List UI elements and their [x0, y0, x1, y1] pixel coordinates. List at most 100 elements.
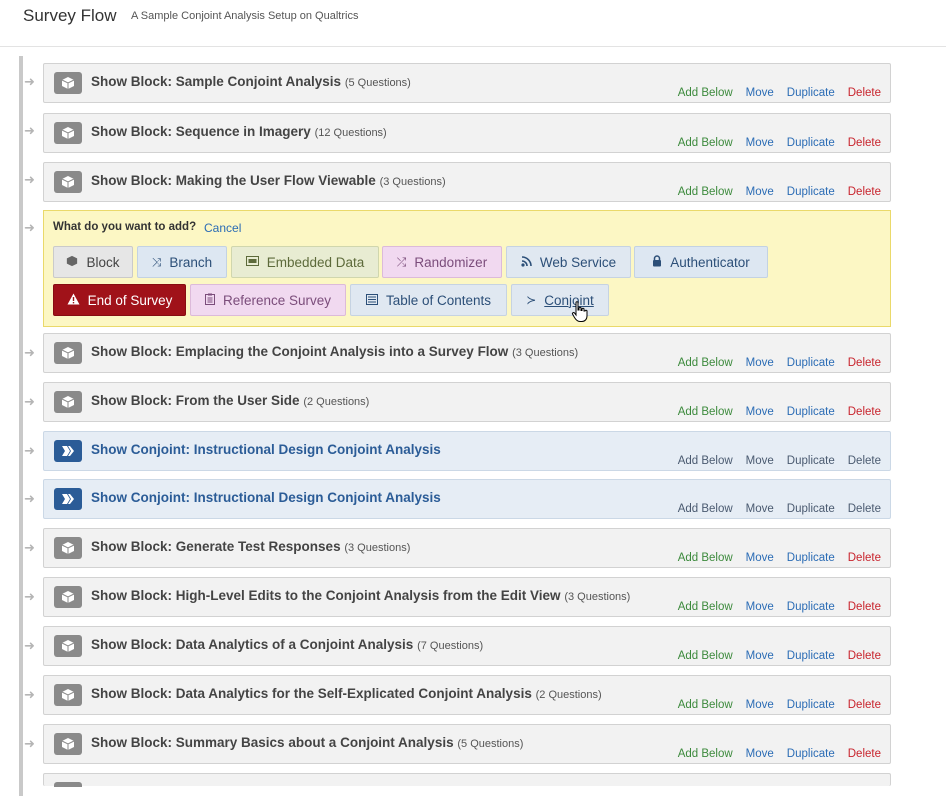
add-below-link[interactable]: Add Below: [678, 552, 733, 564]
add-embedded-data-button[interactable]: Embedded Data: [231, 246, 379, 278]
flow-arrow-icon: ➜: [24, 736, 35, 751]
move-link[interactable]: Move: [746, 650, 774, 662]
delete-link[interactable]: Delete: [848, 650, 881, 662]
block-cube-icon: [54, 733, 82, 755]
add-below-link[interactable]: Add Below: [678, 503, 733, 515]
flow-element-conjoint[interactable]: Show Conjoint: Instructional Design Conj…: [43, 431, 891, 471]
move-link[interactable]: Move: [746, 601, 774, 613]
delete-link[interactable]: Delete: [848, 87, 881, 99]
conjoint-icon: ≻: [526, 293, 537, 307]
element-actions: Add Below Move Duplicate Delete: [665, 87, 881, 99]
duplicate-link[interactable]: Duplicate: [787, 503, 835, 515]
delete-link[interactable]: Delete: [848, 186, 881, 198]
add-prompt: What do you want to add?: [53, 221, 197, 233]
add-authenticator-button[interactable]: Authenticator: [634, 246, 768, 278]
flow-element-conjoint[interactable]: Show Conjoint: Instructional Design Conj…: [43, 479, 891, 519]
add-below-link[interactable]: Add Below: [678, 406, 733, 418]
element-actions: Add Below Move Duplicate Delete: [665, 357, 881, 369]
move-link[interactable]: Move: [746, 503, 774, 515]
duplicate-link[interactable]: Duplicate: [787, 357, 835, 369]
move-link[interactable]: Move: [746, 357, 774, 369]
flow-element-block[interactable]: Show Block: From the User Side (2 Questi…: [43, 382, 891, 422]
flow-element-block[interactable]: Show Block: Sample Conjoint Analysis (5 …: [43, 63, 891, 103]
move-link[interactable]: Move: [746, 748, 774, 760]
add-below-link[interactable]: Add Below: [678, 455, 733, 467]
add-below-link[interactable]: Add Below: [678, 87, 733, 99]
flow-element-block[interactable]: Show Block: Data Analytics for the Self-…: [43, 675, 891, 715]
block-cube-icon: [54, 72, 82, 94]
delete-link[interactable]: Delete: [848, 601, 881, 613]
flow-element-block[interactable]: Show Block: Generate Test Responses (3 Q…: [43, 528, 891, 568]
delete-link[interactable]: Delete: [848, 357, 881, 369]
flow-arrow-icon: ➜: [24, 589, 35, 604]
duplicate-link[interactable]: Duplicate: [787, 552, 835, 564]
duplicate-link[interactable]: Duplicate: [787, 137, 835, 149]
add-randomizer-button[interactable]: ⤮ Randomizer: [382, 246, 502, 278]
add-below-link[interactable]: Add Below: [678, 137, 733, 149]
element-actions: Add Below Move Duplicate Delete: [665, 699, 881, 711]
delete-link[interactable]: Delete: [848, 455, 881, 467]
flow-arrow-icon: ➜: [24, 540, 35, 555]
delete-link[interactable]: Delete: [848, 406, 881, 418]
conjoint-icon: [54, 488, 82, 510]
add-below-link[interactable]: Add Below: [678, 699, 733, 711]
element-actions: Add Below Move Duplicate Delete: [665, 186, 881, 198]
add-conjoint-button[interactable]: ≻ Conjoint: [511, 284, 609, 316]
branch-icon: ⤨: [151, 255, 162, 269]
flow-line: [19, 56, 23, 796]
duplicate-link[interactable]: Duplicate: [787, 601, 835, 613]
flow-element-block[interactable]: Show Block: Summary Basics about a Conjo…: [43, 724, 891, 764]
duplicate-link[interactable]: Duplicate: [787, 406, 835, 418]
flow-element-block[interactable]: Show Block: Emplacing the Conjoint Analy…: [43, 333, 891, 373]
add-below-link[interactable]: Add Below: [678, 650, 733, 662]
flow-arrow-icon: ➜: [24, 345, 35, 360]
flow-element-block[interactable]: Show Block: Making the User Flow Viewabl…: [43, 162, 891, 202]
cancel-link[interactable]: Cancel: [204, 221, 241, 235]
add-block-button[interactable]: Block: [53, 246, 133, 278]
duplicate-link[interactable]: Duplicate: [787, 650, 835, 662]
move-link[interactable]: Move: [746, 699, 774, 711]
add-below-link[interactable]: Add Below: [678, 186, 733, 198]
flow-element-block-partial[interactable]: [43, 773, 891, 787]
duplicate-link[interactable]: Duplicate: [787, 455, 835, 467]
add-end-of-survey-button[interactable]: End of Survey: [53, 284, 186, 316]
element-actions: Add Below Move Duplicate Delete: [665, 601, 881, 613]
element-title: Show Block: Generate Test Responses (3 Q…: [91, 539, 411, 554]
flow-arrow-icon: ➜: [24, 220, 35, 235]
move-link[interactable]: Move: [746, 186, 774, 198]
move-link[interactable]: Move: [746, 455, 774, 467]
add-web-service-button[interactable]: Web Service: [506, 246, 631, 278]
delete-link[interactable]: Delete: [848, 748, 881, 760]
block-cube-icon: [54, 171, 82, 193]
rss-icon: [521, 255, 532, 269]
move-link[interactable]: Move: [746, 552, 774, 564]
flow-element-block[interactable]: Show Block: Data Analytics of a Conjoint…: [43, 626, 891, 666]
add-below-link[interactable]: Add Below: [678, 748, 733, 760]
delete-link[interactable]: Delete: [848, 699, 881, 711]
move-link[interactable]: Move: [746, 406, 774, 418]
duplicate-link[interactable]: Duplicate: [787, 699, 835, 711]
element-title: Show Block: Sample Conjoint Analysis (5 …: [91, 74, 411, 89]
duplicate-link[interactable]: Duplicate: [787, 748, 835, 760]
element-title: Show Conjoint: Instructional Design Conj…: [91, 490, 441, 505]
block-cube-icon: [54, 537, 82, 559]
add-below-link[interactable]: Add Below: [678, 357, 733, 369]
duplicate-link[interactable]: Duplicate: [787, 87, 835, 99]
delete-link[interactable]: Delete: [848, 137, 881, 149]
flow-element-block[interactable]: Show Block: Sequence in Imagery (12 Ques…: [43, 113, 891, 153]
flow-arrow-icon: ➜: [24, 443, 35, 458]
delete-link[interactable]: Delete: [848, 503, 881, 515]
delete-link[interactable]: Delete: [848, 552, 881, 564]
move-link[interactable]: Move: [746, 137, 774, 149]
add-reference-survey-button[interactable]: Reference Survey: [190, 284, 346, 316]
element-title: Show Block: Summary Basics about a Conjo…: [91, 735, 524, 750]
move-link[interactable]: Move: [746, 87, 774, 99]
add-below-link[interactable]: Add Below: [678, 601, 733, 613]
duplicate-link[interactable]: Duplicate: [787, 186, 835, 198]
block-cube-icon: [54, 391, 82, 413]
add-table-of-contents-button[interactable]: Table of Contents: [350, 284, 507, 316]
question-count: (2 Questions): [535, 689, 602, 701]
flow-element-block[interactable]: Show Block: High-Level Edits to the Conj…: [43, 577, 891, 617]
flow-arrow-icon: ➜: [24, 74, 35, 89]
add-branch-button[interactable]: ⤨ Branch: [137, 246, 227, 278]
